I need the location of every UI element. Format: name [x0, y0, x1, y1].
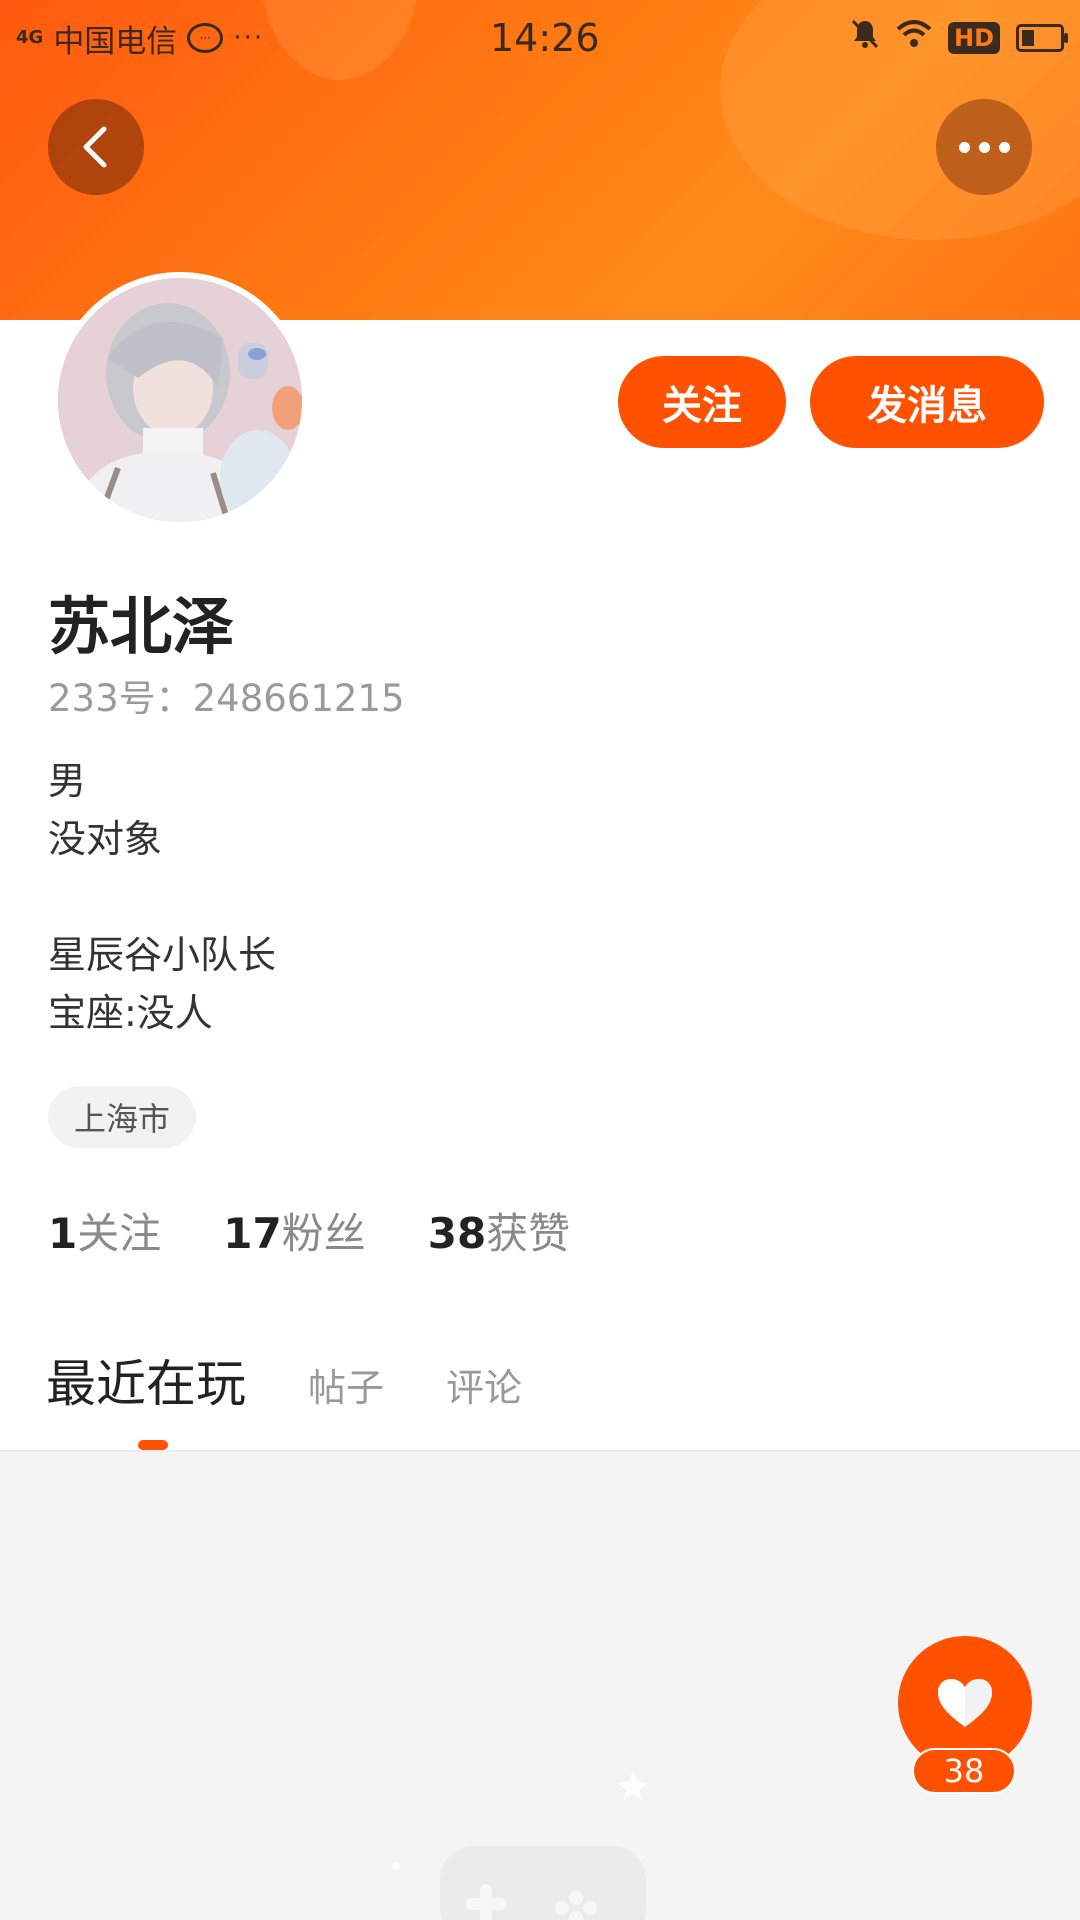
fans-label: 粉丝	[281, 1209, 366, 1258]
signal-icon: 4G	[16, 27, 44, 48]
status-bar: 4G 中国电信 ··· ··· 14:26 HD	[0, 0, 1080, 76]
battery-icon	[1016, 24, 1068, 52]
carrier-name: 中国电信	[53, 23, 178, 60]
likes-stat: 38获赞	[428, 1200, 570, 1261]
hd-badge: HD	[947, 22, 1000, 54]
following-stat[interactable]: 1关注	[48, 1200, 161, 1261]
more-options-button[interactable]	[936, 99, 1032, 195]
follow-button[interactable]: 关注	[618, 356, 786, 448]
fans-count: 17	[223, 1209, 282, 1258]
like-count-badge: 38	[912, 1748, 1016, 1794]
bio-line: 男	[48, 759, 87, 803]
user-bio: 男 没对象 星辰谷小队长 宝座:没人	[48, 752, 276, 1042]
more-horizontal-icon	[958, 141, 1010, 153]
bio-line: 宝座:没人	[48, 991, 213, 1035]
tab-posts[interactable]: 帖子	[308, 1357, 384, 1412]
chevron-left-icon	[83, 126, 107, 168]
bio-line: 星辰谷小队长	[48, 933, 277, 977]
bio-line: 没对象	[48, 817, 163, 861]
message-notification-icon: ···	[187, 23, 224, 53]
likes-count: 38	[427, 1209, 487, 1258]
user-id: 233号：248661215	[48, 677, 405, 720]
tab-comments[interactable]: 评论	[446, 1357, 522, 1412]
active-tab-indicator	[138, 1440, 168, 1450]
bio-line	[48, 868, 276, 926]
user-name: 苏北泽	[48, 590, 235, 663]
wifi-icon	[896, 19, 932, 57]
mute-bell-icon	[850, 18, 880, 58]
following-label: 关注	[77, 1209, 162, 1258]
empty-gamepad-icon	[392, 1772, 648, 1920]
following-count: 1	[48, 1209, 78, 1258]
status-time: 14:26	[490, 16, 600, 60]
profile-header-banner: 4G 中国电信 ··· ··· 14:26 HD	[0, 0, 1080, 320]
back-button[interactable]	[48, 99, 144, 195]
more-notifications-icon: ···	[233, 23, 265, 53]
location-tag[interactable]: 上海市	[48, 1086, 197, 1148]
heart-icon	[938, 1679, 992, 1727]
profile-tabs: 最近在玩 帖子 评论	[46, 1344, 584, 1416]
send-message-button[interactable]: 发消息	[810, 356, 1044, 448]
fans-stat[interactable]: 17粉丝	[223, 1200, 365, 1261]
likes-label: 获赞	[486, 1209, 571, 1258]
tab-recently-played[interactable]: 最近在玩	[46, 1344, 246, 1416]
profile-stats: 1关注 17粉丝 38获赞	[48, 1200, 570, 1261]
avatar[interactable]	[52, 272, 308, 528]
